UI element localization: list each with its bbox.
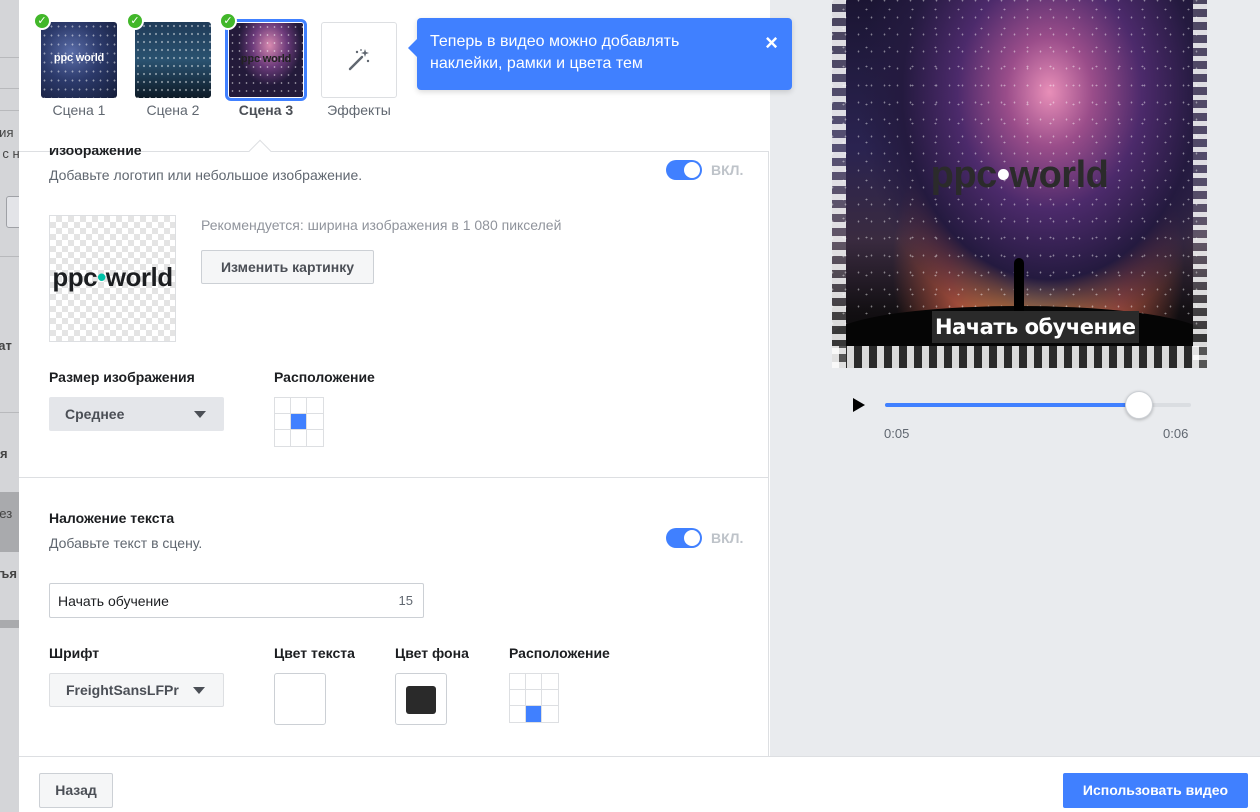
overlay-text-value: Начать обучение	[58, 593, 169, 609]
progress-fill	[885, 403, 1139, 407]
font-dropdown[interactable]: FreightSansLFPr	[49, 673, 224, 707]
dialog-footer: Назад Использовать видео	[19, 756, 1260, 812]
text-section-title: Наложение текста	[49, 510, 175, 526]
section-divider	[19, 477, 769, 478]
time-total: 0:06	[1163, 426, 1189, 441]
image-size-hint: Рекомендуется: ширина изображения в 1 08…	[201, 217, 562, 233]
tooltip-text: Теперь в видео можно добавлять наклейки,…	[430, 33, 680, 72]
image-size-value: Среднее	[65, 406, 125, 422]
feature-tooltip: Теперь в видео можно добавлять наклейки,…	[408, 18, 792, 90]
effects-tile[interactable]	[321, 22, 397, 98]
effects-label[interactable]: Эффекты	[309, 102, 409, 118]
overlay-text-input[interactable]: Начать обучение 15	[49, 583, 424, 618]
scene-label-2[interactable]: Сцена 2	[123, 102, 223, 118]
video-caption: Начать обучение	[932, 311, 1139, 343]
silhouette	[1014, 258, 1024, 314]
text-section-subtitle: Добавьте текст в сцену.	[49, 535, 203, 551]
font-label: Шрифт	[49, 645, 100, 661]
scene-thumb-1[interactable]: ppc world	[41, 22, 117, 98]
scene-thumb-logo: ppc world	[240, 53, 292, 65]
text-color-label: Цвет текста	[274, 645, 355, 661]
logo-preview: ppc•world	[49, 215, 176, 342]
image-section-subtitle: Добавьте логотип или небольшое изображен…	[49, 167, 363, 183]
back-button[interactable]: Назад	[39, 773, 113, 808]
check-icon: ✓	[219, 12, 237, 30]
video-progress-slider[interactable]	[885, 391, 1191, 419]
scene-thumb-logo: ppc world	[53, 52, 105, 64]
image-position-grid[interactable]	[274, 397, 324, 447]
bg-color-label: Цвет фона	[395, 645, 469, 661]
scene-label-1[interactable]: Сцена 1	[29, 102, 129, 118]
magic-wand-icon	[348, 49, 370, 71]
background-page: ния ь с н зат ия без бъя	[0, 0, 19, 812]
video-preview[interactable]: ppc•world Начать обучение	[832, 0, 1207, 368]
char-count: 15	[398, 593, 413, 608]
image-position-label: Расположение	[274, 369, 375, 385]
play-icon[interactable]	[853, 398, 865, 412]
video-editor-dialog: ppc world ✓ Сцена 1 ✓ Сцена 2 ppc world …	[19, 0, 1260, 812]
image-size-label: Размер изображения	[49, 369, 195, 385]
use-video-button[interactable]: Использовать видео	[1063, 773, 1248, 808]
bg-color-swatch[interactable]	[395, 673, 447, 725]
image-size-dropdown[interactable]: Среднее	[49, 397, 224, 431]
scene-thumb-3[interactable]: ppc world	[225, 19, 307, 101]
text-toggle-label: ВКЛ.	[711, 530, 744, 546]
close-icon[interactable]: ×	[765, 32, 778, 54]
logo-preview-text: ppc•world	[52, 262, 173, 292]
settings-panel: ppc world ✓ Сцена 1 ✓ Сцена 2 ppc world …	[19, 0, 792, 756]
check-icon: ✓	[33, 12, 51, 30]
text-position-grid[interactable]	[509, 673, 559, 723]
caret-down-icon	[194, 411, 206, 418]
change-image-button[interactable]: Изменить картинку	[201, 250, 374, 284]
text-toggle[interactable]	[666, 528, 702, 548]
progress-handle[interactable]	[1124, 391, 1153, 419]
font-value: FreightSansLFPr	[66, 682, 179, 698]
time-current: 0:05	[884, 426, 910, 441]
image-toggle[interactable]	[666, 160, 702, 180]
check-icon: ✓	[126, 12, 144, 30]
caret-down-icon	[193, 687, 205, 694]
text-color-swatch[interactable]	[274, 673, 326, 725]
image-toggle-label: ВКЛ.	[711, 162, 744, 178]
scene-thumb-2[interactable]	[135, 22, 211, 98]
video-preview-panel: ppc•world Начать обучение 0:05 0:06	[770, 0, 1260, 756]
video-logo: ppc•world	[930, 154, 1109, 196]
scene-label-3[interactable]: Сцена 3	[216, 102, 316, 118]
text-position-label: Расположение	[509, 645, 610, 661]
